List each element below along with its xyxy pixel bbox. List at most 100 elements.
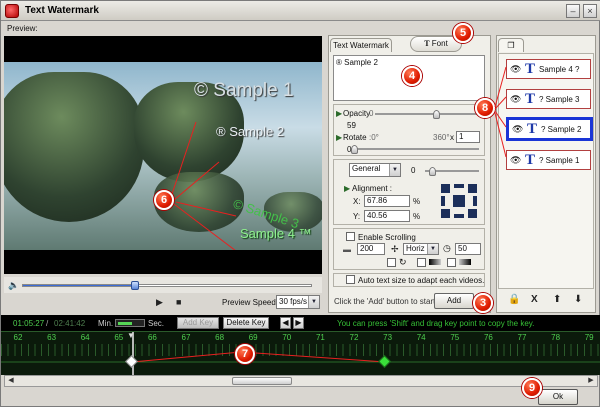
scroll-option-checkbox-2[interactable] [417,258,426,267]
align-bottom-left[interactable] [441,209,450,218]
list-item-selected[interactable]: 👁 T ? Sample 2 [506,117,593,141]
tab-text-watermark[interactable]: Text Watermark [330,38,392,52]
ok-button[interactable]: Ok [538,389,578,405]
list-item-label: ? Sample 3 [539,95,580,104]
list-toolbar: 🔒 X ⬆ ⬇ [498,293,594,309]
align-middle-right[interactable] [473,196,477,206]
app-icon [5,4,19,18]
watermark-sample-1[interactable]: © Sample 1 [194,80,294,102]
align-top-center[interactable] [454,184,464,188]
list-item-label: Sample 4 ? [539,65,580,74]
move-down-icon[interactable]: ⬇ [574,294,582,305]
preview-speed-select[interactable]: 30 fps/s ▼ [276,295,320,309]
volume-icon[interactable]: 🔈 [8,280,19,291]
list-item-label: ? Sample 1 [539,156,580,165]
x-label: X: [353,197,361,206]
window-title: Text Watermark [25,5,99,16]
scroll-option-checkbox-1[interactable] [387,258,396,267]
eye-icon[interactable]: 👁 [510,155,521,166]
enable-scrolling-checkbox[interactable] [346,232,355,241]
play-icon[interactable]: ▶ [156,297,163,308]
preview-speed-value: 30 fps/s [279,297,308,306]
seek-bar: 🔈 [4,277,322,293]
callout-7: 7 [235,344,255,364]
preset-select[interactable]: General ▼ [349,163,401,177]
seek-track[interactable] [22,281,312,290]
timeline-zoom-slider[interactable] [115,319,145,327]
align-center[interactable] [453,195,465,207]
total-time: 02:41:42 [54,319,86,328]
add-button[interactable]: Add [434,293,474,309]
move-up-icon[interactable]: ⬆ [553,294,561,305]
rotate-factor-stepper[interactable]: 1 [456,131,480,143]
tab-font-label: Font [431,39,448,48]
list-item[interactable]: 👁 T ? Sample 3 [506,89,591,109]
x-percent: % [413,197,421,206]
text-type-icon: T [525,61,536,77]
list-item[interactable]: 👁 T Sample 4 ? [506,59,591,79]
prev-key-button[interactable]: ◀ [280,317,291,329]
tab-list[interactable]: ❐ [498,38,524,52]
zoom-sec-label: Sec. [148,319,165,328]
scrollbar-thumb[interactable] [232,377,292,385]
timeline[interactable]: 62 63 64 65 66 67 68 69 70 71 72 73 74 75 76 77 78 79 ▼ 7 [1,331,600,376]
watermark-sample-2[interactable]: ® Sample 2 [216,124,284,139]
scroll-right-icon[interactable]: ▶ [586,376,596,386]
gradient-reverse-icon [459,259,471,265]
align-top-left[interactable] [441,184,450,193]
timer-icon: ◷ [443,243,451,253]
delete-key-button[interactable]: Delete Key [223,317,269,329]
add-key-button[interactable]: Add Key [177,317,219,329]
minimize-icon[interactable]: – [566,4,580,18]
scroll-direction-select[interactable]: Horiz ▼ [403,243,439,255]
watermark-sample-4[interactable]: Sample 4 ™ [240,226,312,241]
scroll-left-icon[interactable]: ◀ [6,376,16,386]
align-bottom-right[interactable] [468,209,477,218]
speed-icon: ▬ [343,245,351,254]
move-icon: ✢ [391,244,399,254]
auto-text-size-label: Auto text size to adapt each videos. [358,276,485,285]
chevron-down-icon: ▼ [308,296,319,308]
eye-icon[interactable]: 👁 [512,124,523,135]
timeline-scrollbar[interactable]: ◀ ▶ [4,375,598,387]
rotate-max: 360° [433,133,450,142]
playhead-marker-icon[interactable]: ▼ [127,331,135,340]
opacity-slider-handle[interactable] [433,110,441,119]
preset-slider-handle[interactable] [429,167,436,176]
scroll-option-checkbox-3[interactable] [447,258,456,267]
rotate-value: 0 [347,145,352,154]
text-watermark-window: Text Watermark – × Preview: © Sample 1 ®… [0,0,600,407]
video-preview: © Sample 1 ® Sample 2 © Sample 3 Sample … [4,36,322,274]
rotate-slider[interactable] [351,145,479,154]
seek-handle[interactable] [131,281,140,290]
text-type-icon: T [527,121,538,137]
y-position-value: 40.56 [367,211,388,220]
align-top-right[interactable] [468,184,477,193]
next-key-button[interactable]: ▶ [293,317,304,329]
chevron-down-icon: ▼ [427,244,438,254]
align-middle-left[interactable] [441,196,445,206]
opacity-slider[interactable] [375,110,479,119]
scroll-speed-stepper[interactable]: 200 [357,243,385,255]
y-position-input[interactable]: 40.56 [364,210,410,222]
eye-icon[interactable]: 👁 [510,94,521,105]
callout-8-lines [494,66,507,158]
zoom-fill [118,322,132,325]
eye-icon[interactable]: 👁 [510,64,521,75]
alignment-grid[interactable] [441,184,477,218]
seek-fill [23,285,136,286]
callout-5: 5 [453,23,473,43]
layers-icon: ❐ [507,41,515,50]
preset-slider[interactable] [425,167,479,176]
close-icon[interactable]: × [583,4,597,18]
scroll-count-stepper[interactable]: 50 [455,243,481,255]
x-position-input[interactable]: 67.86 [364,195,410,207]
list-item[interactable]: 👁 T ? Sample 1 [506,150,591,170]
font-icon: T [424,39,430,48]
stop-icon[interactable]: ■ [176,297,181,307]
lock-icon[interactable]: 🔒 [508,294,520,305]
align-bottom-center[interactable] [454,214,464,218]
auto-text-size-checkbox[interactable] [346,275,355,284]
delete-icon[interactable]: X [531,294,538,305]
rotate-slider-handle[interactable] [351,145,358,154]
